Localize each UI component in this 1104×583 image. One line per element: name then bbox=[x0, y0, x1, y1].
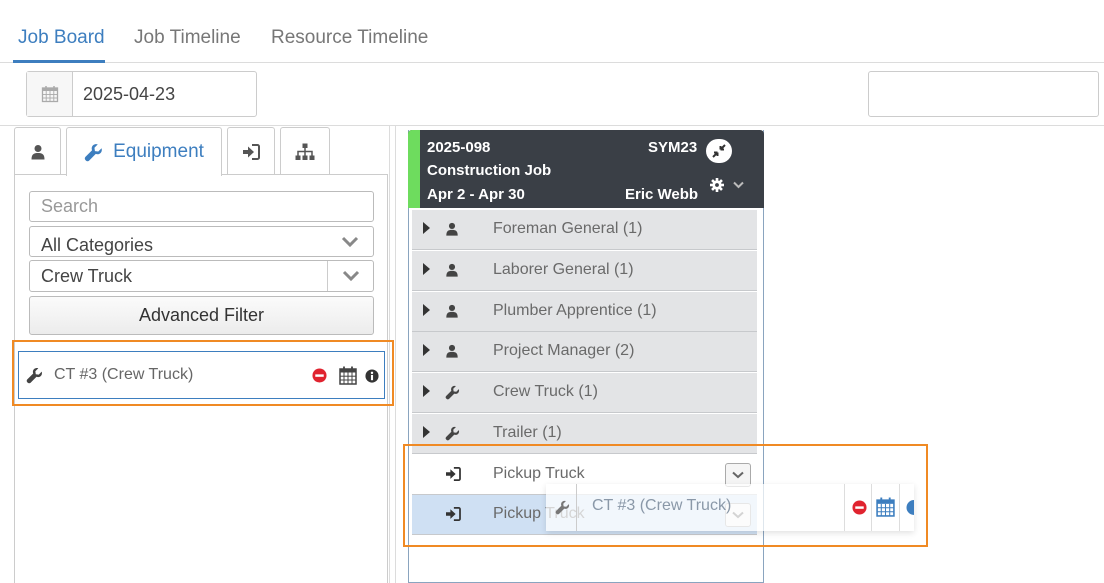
date-picker[interactable]: 2025-04-23 bbox=[26, 71, 257, 117]
calendar-button[interactable] bbox=[27, 72, 73, 116]
type-select[interactable]: Crew Truck bbox=[29, 260, 374, 292]
user-icon bbox=[31, 144, 44, 159]
category-select-value: All Categories bbox=[41, 235, 154, 255]
calendar-icon bbox=[41, 86, 58, 103]
gear-icon[interactable] bbox=[710, 178, 724, 192]
category-select[interactable]: All Categories bbox=[29, 226, 374, 257]
sitemap-icon bbox=[295, 143, 315, 160]
caret-right-icon[interactable] bbox=[423, 385, 430, 397]
advanced-filter-button[interactable]: Advanced Filter bbox=[29, 296, 374, 335]
caret-right-icon[interactable] bbox=[423, 426, 430, 438]
user-icon bbox=[446, 304, 458, 318]
job-status-bar bbox=[408, 130, 420, 208]
compress-icon bbox=[712, 144, 726, 158]
active-tab-indicator bbox=[13, 60, 105, 63]
sign-in-icon bbox=[243, 143, 260, 160]
tab-equipment[interactable]: Equipment bbox=[66, 127, 222, 176]
wrench-icon bbox=[445, 385, 460, 400]
tab-people[interactable] bbox=[14, 127, 61, 175]
search-input[interactable]: Search bbox=[29, 191, 374, 222]
job-code: SYM23 bbox=[648, 139, 698, 156]
job-number: 2025-098 bbox=[427, 139, 491, 156]
caret-right-icon[interactable] bbox=[423, 304, 430, 316]
tab-hierarchy[interactable] bbox=[280, 127, 330, 175]
right-filter-input[interactable] bbox=[868, 71, 1099, 117]
caret-right-icon[interactable] bbox=[423, 222, 430, 234]
job-card-header[interactable]: 2025-098 Construction Job Apr 2 - Apr 30… bbox=[408, 130, 764, 208]
job-resource-row[interactable]: Foreman General (1) bbox=[412, 210, 757, 250]
tab-job-timeline[interactable]: Job Timeline bbox=[134, 27, 241, 49]
job-resource-row[interactable]: Plumber Apprentice (1) bbox=[412, 292, 757, 332]
calendar-icon[interactable] bbox=[339, 366, 357, 385]
tab-job-board[interactable]: Job Board bbox=[18, 27, 105, 49]
job-resource-label: Crew Truck (1) bbox=[493, 383, 598, 400]
caret-right-icon[interactable] bbox=[423, 263, 430, 275]
job-resource-label: Laborer General (1) bbox=[493, 261, 634, 278]
caret-right-icon[interactable] bbox=[423, 344, 430, 356]
user-icon bbox=[446, 222, 458, 236]
panel-divider bbox=[395, 126, 396, 583]
tab-sign-in[interactable] bbox=[227, 127, 275, 175]
view-tabs: Job Board Job Timeline Resource Timeline bbox=[0, 0, 1104, 63]
job-resource-row[interactable]: Project Manager (2) bbox=[412, 332, 757, 372]
remove-icon[interactable] bbox=[312, 368, 327, 383]
wrench-icon bbox=[84, 143, 102, 161]
equipment-item[interactable]: CT #3 (Crew Truck) bbox=[18, 351, 385, 399]
tab-equipment-label: Equipment bbox=[113, 141, 204, 162]
info-icon[interactable] bbox=[365, 369, 379, 383]
highlight-box bbox=[403, 444, 928, 547]
job-manager: Eric Webb bbox=[625, 186, 699, 203]
chevron-down-icon[interactable] bbox=[733, 181, 744, 189]
job-resource-label: Trailer (1) bbox=[493, 424, 562, 441]
divider bbox=[0, 125, 1104, 126]
job-resource-label: Project Manager (2) bbox=[493, 342, 635, 359]
job-resource-label: Foreman General (1) bbox=[493, 220, 643, 237]
job-resource-row[interactable]: Laborer General (1) bbox=[412, 251, 757, 291]
user-icon bbox=[446, 344, 458, 358]
job-name: Construction Job bbox=[427, 162, 552, 179]
job-dates: Apr 2 - Apr 30 bbox=[427, 186, 525, 203]
job-resource-label: Plumber Apprentice (1) bbox=[493, 302, 657, 319]
tab-resource-timeline[interactable]: Resource Timeline bbox=[271, 27, 428, 49]
wrench-icon bbox=[445, 426, 460, 441]
job-resource-row[interactable]: Crew Truck (1) bbox=[412, 373, 757, 413]
chevron-down-icon bbox=[327, 261, 373, 291]
collapse-button[interactable] bbox=[706, 139, 732, 163]
user-icon bbox=[446, 263, 458, 277]
date-input[interactable]: 2025-04-23 bbox=[73, 72, 256, 116]
chevron-down-icon bbox=[327, 227, 373, 256]
wrench-icon bbox=[26, 367, 42, 383]
type-select-value: Crew Truck bbox=[41, 265, 133, 286]
equipment-item-label: CT #3 (Crew Truck) bbox=[54, 366, 194, 383]
